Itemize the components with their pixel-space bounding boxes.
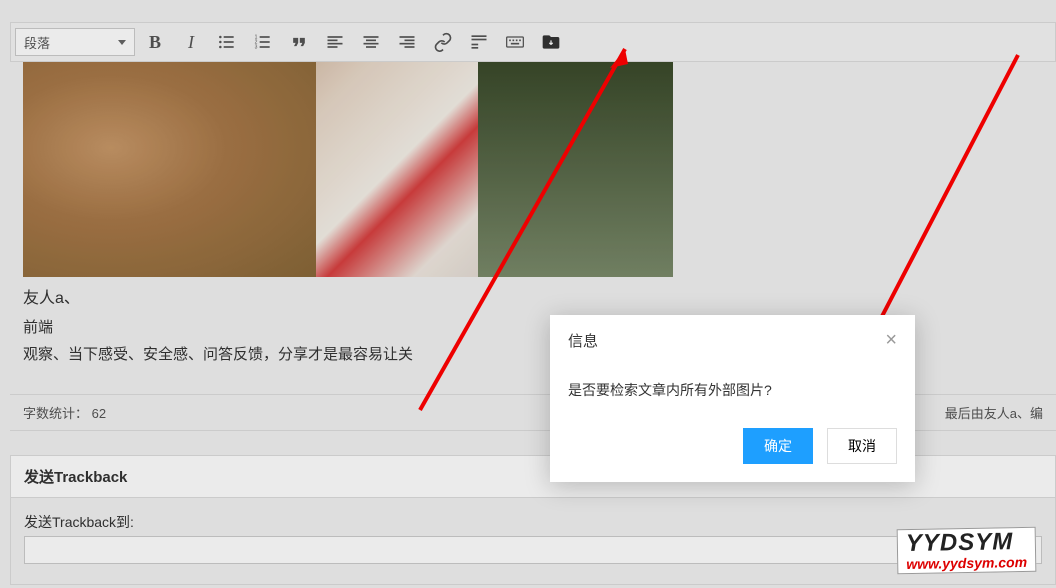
insert-more-button[interactable] [463, 27, 495, 57]
word-count: 字数统计： 62 [23, 403, 106, 422]
editor-line: 友人a、 [23, 285, 1043, 314]
align-center-button[interactable] [355, 27, 387, 57]
download-images-button[interactable] [535, 27, 567, 57]
numbered-list-button[interactable]: 123 [247, 27, 279, 57]
modal-body: 是否要检索文章内所有外部图片? [550, 362, 915, 428]
watermark-url: www.yydsym.com [906, 554, 1027, 573]
editor-image[interactable] [23, 62, 673, 277]
close-icon[interactable]: × [885, 329, 897, 352]
chevron-down-icon [118, 40, 126, 45]
confirm-modal: 信息 × 是否要检索文章内所有外部图片? 确定 取消 [550, 315, 915, 482]
bold-button[interactable]: B [139, 27, 171, 57]
watermark-title: YYDSYM [906, 530, 1027, 556]
trackback-input[interactable] [24, 536, 1042, 564]
align-right-button[interactable] [391, 27, 423, 57]
keyboard-button[interactable] [499, 27, 531, 57]
format-select[interactable]: 段落 [15, 28, 135, 56]
last-edit: 最后由友人a、编 [945, 403, 1043, 422]
cancel-button[interactable]: 取消 [827, 428, 897, 464]
watermark: YYDSYM www.yydsym.com [897, 527, 1037, 574]
link-button[interactable] [427, 27, 459, 57]
editor-toolbar: 段落 B I 123 [10, 22, 1056, 62]
bullet-list-button[interactable] [211, 27, 243, 57]
confirm-button[interactable]: 确定 [743, 428, 813, 464]
quote-button[interactable] [283, 27, 315, 57]
align-left-button[interactable] [319, 27, 351, 57]
modal-title: 信息 [568, 330, 598, 351]
format-select-label: 段落 [24, 33, 50, 52]
svg-text:3: 3 [255, 45, 258, 51]
trackback-label: 发送Trackback到: [24, 514, 134, 530]
italic-button[interactable]: I [175, 27, 207, 57]
